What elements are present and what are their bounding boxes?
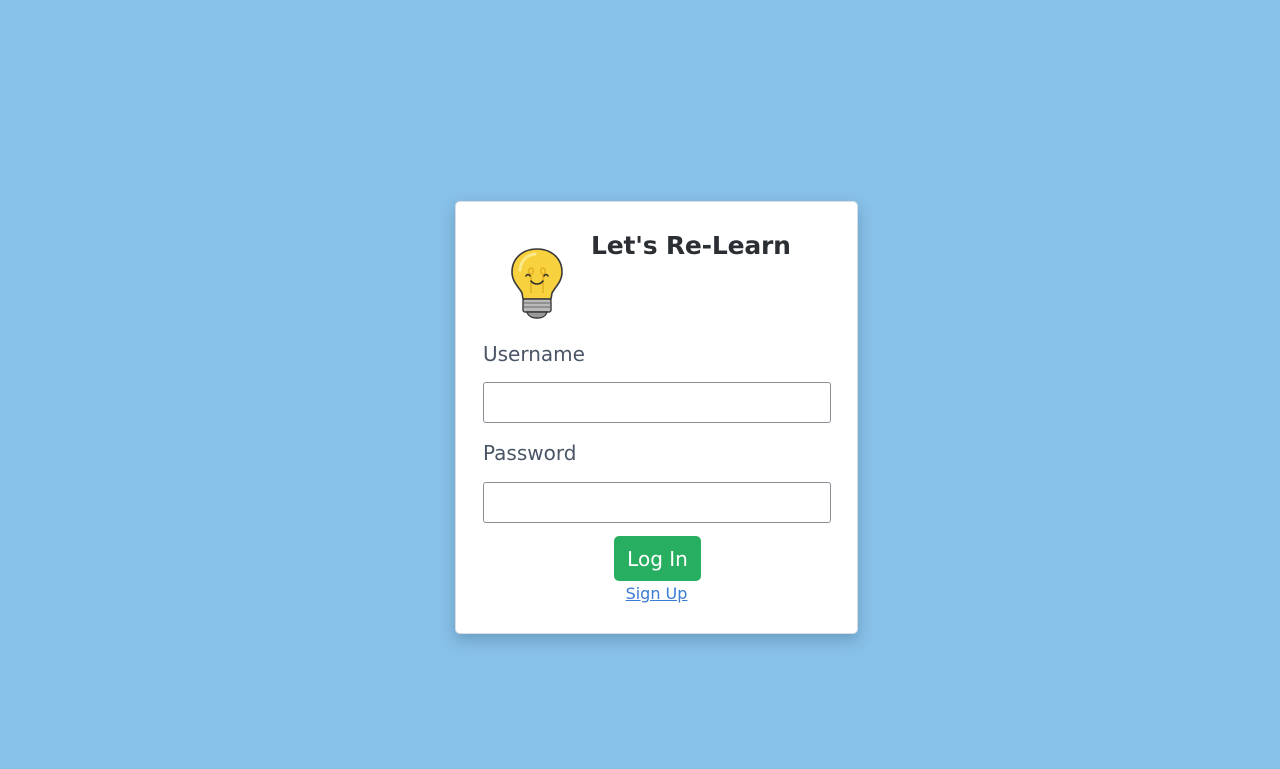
- password-input[interactable]: [483, 482, 831, 523]
- signup-container: Sign Up: [456, 584, 857, 603]
- username-input[interactable]: [483, 382, 831, 423]
- signup-link[interactable]: Sign Up: [626, 584, 688, 603]
- username-label: Username: [483, 342, 585, 366]
- password-label: Password: [483, 441, 577, 465]
- app-title: Let's Re-Learn: [591, 231, 791, 260]
- login-button[interactable]: Log In: [614, 536, 701, 581]
- login-card: Let's Re-Learn Username Password Log In …: [455, 201, 858, 634]
- lightbulb-icon: [511, 248, 563, 319]
